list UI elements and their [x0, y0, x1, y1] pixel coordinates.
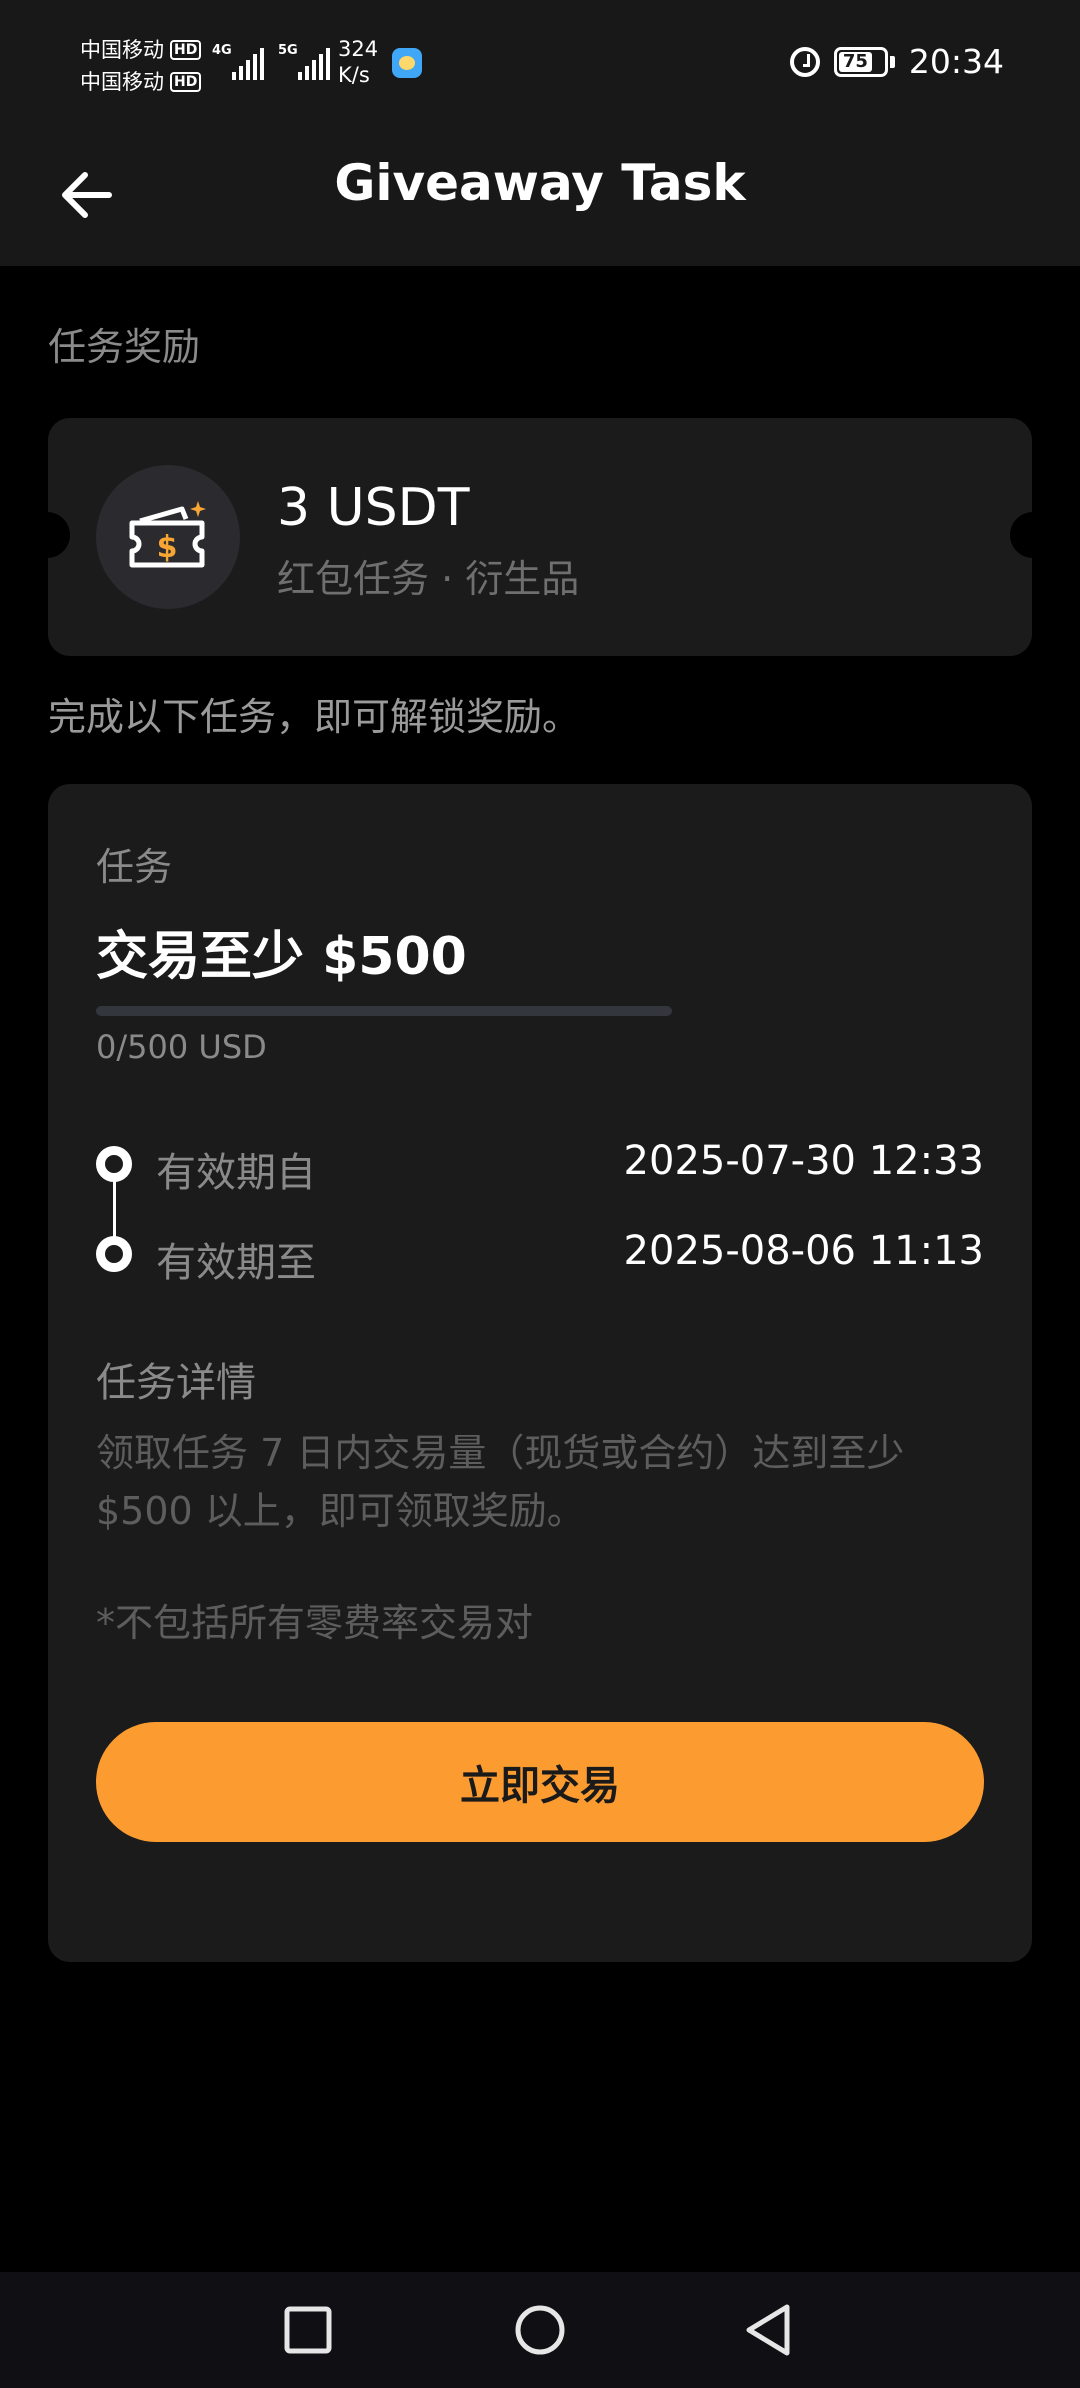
status-bar: 中国移动 HD 中国移动 HD 4G 5G 324 K/s 75 20:34: [0, 0, 1080, 130]
timeline-dot-end: [96, 1236, 132, 1272]
task-label: 任务: [96, 845, 173, 889]
validity-timeline: 有效期自 2025-07-30 12:33 有效期至 2025-08-06 11…: [96, 1138, 984, 1286]
signal-indicators: 4G 5G: [212, 44, 330, 80]
valid-to-value: 2025-08-06 11:13: [623, 1228, 984, 1274]
home-button[interactable]: [504, 2294, 576, 2366]
system-back-button[interactable]: [732, 2294, 804, 2366]
signal-icon-5g: 5G: [278, 44, 330, 80]
weather-app-icon: [392, 48, 422, 78]
network-speed: 324 K/s: [338, 36, 378, 88]
carrier-name-1: 中国移动: [80, 38, 164, 62]
clock: 20:34: [908, 42, 1004, 81]
task-title: 交易至少 $500: [96, 927, 467, 987]
signal-icon-4g: 4G: [212, 44, 264, 80]
progress-text: 0/500 USD: [96, 1028, 267, 1066]
network-type-1: 4G: [212, 43, 232, 58]
progress-bar: [96, 1006, 672, 1016]
recent-apps-button[interactable]: [272, 2294, 344, 2366]
system-nav-bar: [0, 2272, 1080, 2388]
network-type-2: 5G: [278, 43, 298, 58]
card-notch-right: [1010, 512, 1056, 558]
valid-to-label: 有效期至: [156, 1240, 316, 1286]
carrier-info: 中国移动 HD 中国移动 HD: [80, 34, 202, 98]
reward-subtitle: 红包任务 · 衍生品: [277, 557, 580, 601]
card-notch-left: [24, 512, 70, 558]
trade-now-button[interactable]: 立即交易: [96, 1722, 984, 1842]
page-title: Giveaway Task: [334, 154, 746, 212]
battery-level: 75: [838, 51, 872, 72]
battery-icon: 75: [833, 46, 895, 77]
ticket-dollar-icon: $: [129, 501, 206, 568]
timeline-line: [113, 1176, 116, 1238]
reward-card: $ 3 USDT 红包任务 · 衍生品: [24, 418, 1056, 656]
speed-unit: K/s: [338, 63, 370, 87]
triangle-back-icon: [746, 2304, 790, 2356]
reward-icon-container: $: [96, 465, 240, 609]
speed-value: 324: [338, 37, 379, 61]
hd-badge-2: HD: [170, 72, 202, 92]
square-icon: [284, 2306, 332, 2354]
timeline-dot-start: [96, 1146, 132, 1182]
task-details-note: *不包括所有零费率交易对: [96, 1601, 534, 1645]
circle-icon: [515, 2305, 565, 2355]
reward-section-label: 任务奖励: [48, 325, 201, 369]
task-card: 任务 交易至少 $500 0/500 USD 有效期自 2025-07-30 1…: [48, 784, 1032, 1962]
task-details-text: 领取任务 7 日内交易量（现货或合约）达到至少 $500 以上，即可领取奖励。: [96, 1431, 905, 1533]
status-right: 75 20:34: [789, 42, 1004, 81]
svg-text:$: $: [157, 530, 178, 565]
app-bar: Giveaway Task: [0, 130, 1080, 266]
reward-amount: 3 USDT: [277, 478, 470, 538]
unlock-hint: 完成以下任务，即可解锁奖励。: [48, 695, 581, 739]
hd-badge-1: HD: [170, 40, 202, 60]
valid-from-value: 2025-07-30 12:33: [623, 1138, 984, 1184]
carrier-name-2: 中国移动: [80, 70, 164, 94]
valid-from-label: 有效期自: [156, 1150, 316, 1196]
task-details-label: 任务详情: [96, 1360, 256, 1406]
alarm-icon: [789, 46, 820, 77]
